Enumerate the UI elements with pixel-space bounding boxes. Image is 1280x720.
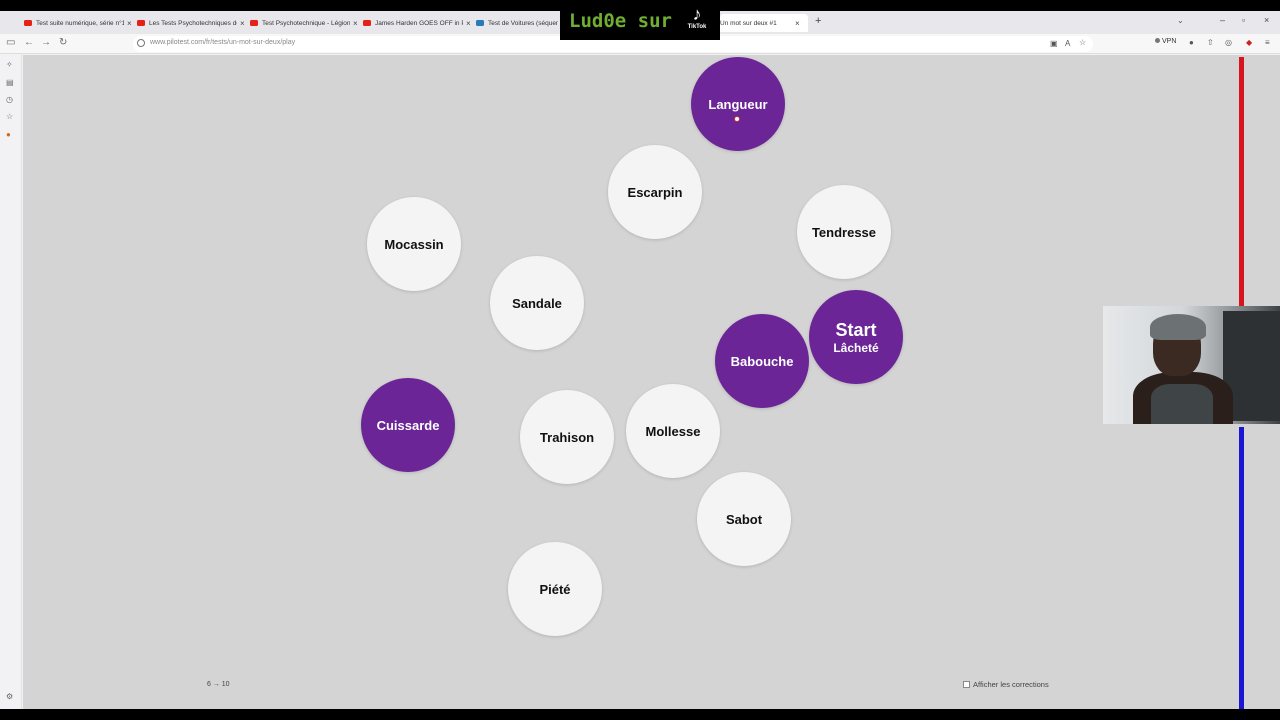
tiktok-icon: ♪ TikTok (687, 4, 707, 30)
tab-title: Test Psychotechnique - Légion Étr (262, 19, 350, 27)
close-icon[interactable]: × (127, 19, 132, 28)
pilotest-icon (476, 20, 484, 26)
ai-icon[interactable]: ✧ (6, 60, 13, 69)
checkbox-icon[interactable] (963, 681, 970, 688)
bookmarks-icon[interactable]: ☆ (6, 112, 13, 121)
youtube-icon (24, 20, 32, 26)
word-bubble-mollesse[interactable]: Mollesse (626, 384, 720, 478)
site-info-icon[interactable] (137, 39, 145, 47)
close-icon[interactable]: × (353, 19, 358, 28)
menu-icon[interactable]: ≡ (1265, 38, 1270, 47)
window-close-icon[interactable]: × (1264, 15, 1269, 25)
tiktok-overlay: Lud0e sur ♪ TikTok (560, 0, 720, 40)
mouse-cursor-icon (734, 116, 740, 122)
shield-icon[interactable]: ◆ (1246, 38, 1252, 47)
word-bubble-mocassin[interactable]: Mocassin (367, 197, 461, 291)
word-bubble-babouche[interactable]: Babouche (715, 314, 809, 408)
chevron-down-icon[interactable]: ⌄ (1177, 16, 1184, 25)
word-bubble-sabot[interactable]: Sabot (697, 472, 791, 566)
extension-icon[interactable]: ● (6, 130, 11, 139)
screenshot-icon[interactable]: ▣ (1050, 39, 1058, 48)
browser-sidebar: ✧ ▤ ◷ ☆ ● ⚙ (0, 54, 22, 709)
youtube-icon (250, 20, 258, 26)
streamer-handle: Lud0e sur (569, 10, 672, 32)
reload-icon[interactable]: ↻ (59, 37, 67, 48)
close-icon[interactable]: × (795, 19, 800, 28)
word-bubble-tendresse[interactable]: Tendresse (797, 185, 891, 279)
tab-title: Test de Voitures (séquentiel) (488, 19, 558, 27)
word-bubble-escarpin[interactable]: Escarpin (608, 145, 702, 239)
back-icon[interactable]: ← (24, 37, 34, 48)
word-bubble-trahison[interactable]: Trahison (520, 390, 614, 484)
tab-voitures[interactable]: Test de Voitures (séquentiel) (476, 14, 560, 32)
close-icon[interactable]: × (466, 19, 471, 28)
tab-un-mot-sur-deux[interactable]: Un mot sur deux #1 × (720, 14, 808, 32)
url-text: www.pilotest.com/fr/tests/un-mot-sur-deu… (150, 39, 296, 46)
tab-title: Un mot sur deux #1 (720, 19, 777, 27)
account-icon[interactable]: ● (1189, 38, 1194, 47)
tab-suite-numerique[interactable]: Test suite numérique, série n°1 × (24, 14, 132, 32)
show-corrections-checkbox[interactable]: Afficher les corrections (963, 680, 1049, 689)
timer-bar-blue (1239, 427, 1244, 709)
translate-icon[interactable]: A (1065, 39, 1070, 48)
bookmark-star-icon[interactable]: ☆ (1079, 38, 1086, 47)
timer-bar-red (1239, 57, 1244, 307)
tab-james-harden[interactable]: James Harden GOES OFF in Prov× (363, 14, 471, 32)
start-bubble[interactable]: Start Lâcheté (809, 290, 903, 384)
vpn-dot-icon (1155, 38, 1160, 43)
tab-title: Les Tests Psychotechniques de l'A (149, 19, 237, 27)
tab-title: Test suite numérique, série n°1 (36, 19, 124, 27)
youtube-icon (363, 20, 371, 26)
webcam-overlay (1103, 306, 1280, 424)
close-icon[interactable]: × (240, 19, 245, 28)
word-bubble-cuissarde[interactable]: Cuissarde (361, 378, 455, 472)
extensions-icon[interactable]: ◎ (1225, 38, 1232, 47)
tab-legion[interactable]: Test Psychotechnique - Légion Étr× (250, 14, 358, 32)
word-bubble-sandale[interactable]: Sandale (490, 256, 584, 350)
maximize-icon[interactable]: ▫ (1242, 15, 1245, 25)
word-bubble-langueur[interactable]: Langueur (691, 57, 785, 151)
forward-icon[interactable]: → (41, 37, 51, 48)
minimize-icon[interactable]: – (1220, 15, 1225, 25)
tab-tests-psycho[interactable]: Les Tests Psychotechniques de l'A× (137, 14, 245, 32)
game-area: Langueur Escarpin Tendresse Mocassin San… (23, 55, 1280, 709)
history-icon[interactable]: ◷ (6, 95, 13, 104)
new-tab-icon[interactable]: + (815, 15, 821, 27)
word-bubble-piete[interactable]: Piété (508, 542, 602, 636)
progress-counter: 6 → 10 (207, 681, 230, 688)
tab-title: James Harden GOES OFF in Prov (375, 19, 463, 27)
youtube-icon (137, 20, 145, 26)
browser-window: Test suite numérique, série n°1 × Les Tes… (0, 11, 1280, 709)
reading-list-icon[interactable]: ▤ (6, 78, 14, 87)
vpn-badge[interactable]: VPN (1155, 38, 1176, 45)
settings-icon[interactable]: ⚙ (6, 692, 13, 701)
share-icon[interactable]: ⇧ (1207, 38, 1214, 47)
sidebar-toggle-icon[interactable]: ▭ (6, 37, 15, 48)
